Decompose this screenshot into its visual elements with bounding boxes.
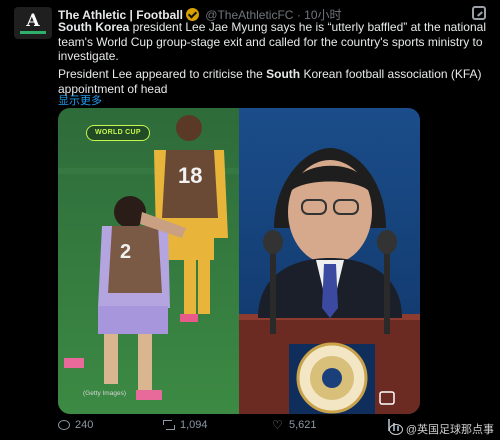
like-count: 5,621 xyxy=(289,419,317,431)
para2-bold: South xyxy=(266,67,301,81)
watermark-text: @英国足球那点事 xyxy=(405,424,494,436)
like-action[interactable]: ♡ 5,621 xyxy=(272,419,317,431)
tweet-paragraph-2: President Lee appeared to criticise the … xyxy=(58,67,498,96)
reply-action[interactable]: 240 xyxy=(58,419,93,431)
weibo-icon xyxy=(388,423,403,435)
presidential-seal xyxy=(289,342,375,414)
jersey-number-back: 18 xyxy=(178,163,202,188)
retweet-icon xyxy=(163,419,175,431)
reply-icon xyxy=(58,420,70,430)
tweet-bold-country: South Korea xyxy=(58,20,130,34)
tweet-media[interactable]: 18 2 WORLD CUP (Getty Images) xyxy=(58,108,420,414)
retweet-count: 1,094 xyxy=(180,419,208,431)
heart-icon: ♡ xyxy=(272,418,283,432)
avatar-logo-bar xyxy=(20,30,46,34)
tweet-body: South Korea president Lee Jae Myung says… xyxy=(58,20,498,64)
account-avatar[interactable]: A xyxy=(14,7,52,39)
reply-count: 240 xyxy=(75,419,94,431)
source-watermark: @英国足球那点事 xyxy=(388,421,494,437)
show-more-link[interactable]: 显示更多 xyxy=(58,92,102,108)
para2-prefix: President Lee appeared to criticise the xyxy=(58,67,267,81)
retweet-action[interactable]: 1,094 xyxy=(163,419,208,431)
media-illustration: 18 2 xyxy=(58,108,420,414)
avatar-logo-glyph: A xyxy=(26,10,40,31)
jersey-number-front: 2 xyxy=(120,241,131,263)
world-cup-badge: WORLD CUP xyxy=(86,125,150,141)
image-credit: (Getty Images) xyxy=(83,390,126,397)
grok-icon[interactable] xyxy=(472,6,486,20)
